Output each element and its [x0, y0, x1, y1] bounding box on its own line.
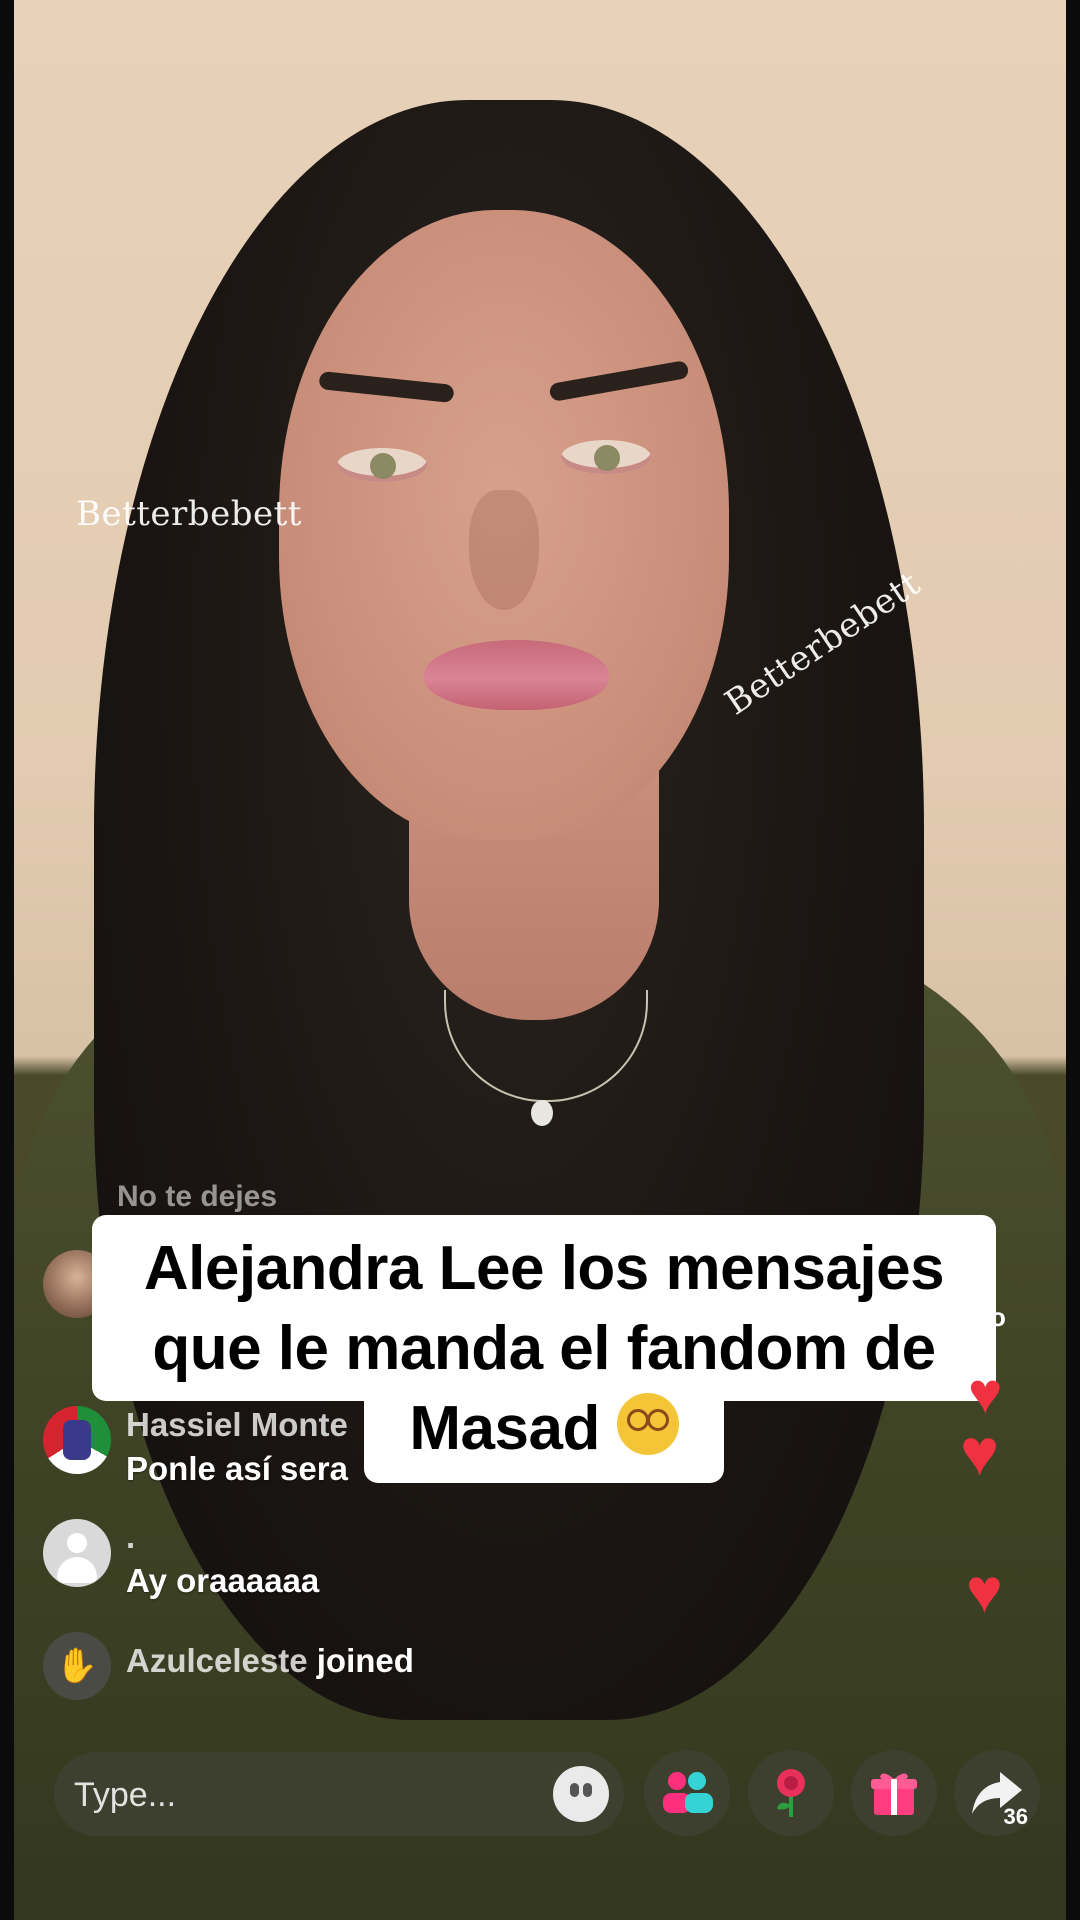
wave-icon: ✋ [43, 1632, 111, 1700]
rose-gift-button[interactable] [748, 1750, 834, 1836]
right-eye [561, 440, 651, 474]
dizzy-face-icon [616, 1393, 679, 1455]
share-count: 36 [1003, 1804, 1028, 1829]
avatar[interactable] [43, 1519, 111, 1587]
caption-text: Alejandra Lee los mensajes que le manda … [92, 1229, 996, 1469]
face [279, 210, 729, 840]
comment-username[interactable]: . [126, 1518, 135, 1556]
caption-line: que le manda el fandom de [152, 1314, 936, 1383]
caption-line: Alejandra Lee los mensajes [143, 1234, 945, 1303]
emoji-icon[interactable] [553, 1766, 609, 1822]
share-button[interactable]: 36 [954, 1750, 1040, 1836]
comment-input[interactable] [72, 1752, 516, 1838]
join-username[interactable]: Azulceleste [126, 1642, 308, 1679]
gift-icon [871, 1773, 917, 1815]
lips [424, 640, 609, 710]
nose [469, 490, 539, 610]
left-eye [337, 448, 427, 482]
pendant [531, 1100, 553, 1126]
watermark: Betterbebett [76, 494, 302, 534]
letterbox-right [1066, 0, 1080, 1920]
gift-button[interactable] [851, 1750, 937, 1836]
join-action: joined [316, 1642, 414, 1679]
live-video [14, 0, 1066, 1920]
join-notice: Azulceleste joined [126, 1642, 414, 1680]
heart-icon: ♥ [960, 1415, 1000, 1489]
right-eyebrow [548, 359, 690, 403]
heart-icon: ♥ [966, 1557, 1003, 1626]
left-eyebrow [318, 370, 455, 404]
guests-icon [663, 1772, 713, 1813]
caption-line: Masad [409, 1394, 600, 1463]
comment-fading: No te dejes [117, 1180, 278, 1213]
rose-gift-icon [777, 1769, 805, 1817]
letterbox-left [0, 0, 14, 1920]
comment-field[interactable] [54, 1752, 624, 1838]
guests-button[interactable] [644, 1750, 730, 1836]
comment-text: Ay oraaaaaa [126, 1562, 320, 1599]
